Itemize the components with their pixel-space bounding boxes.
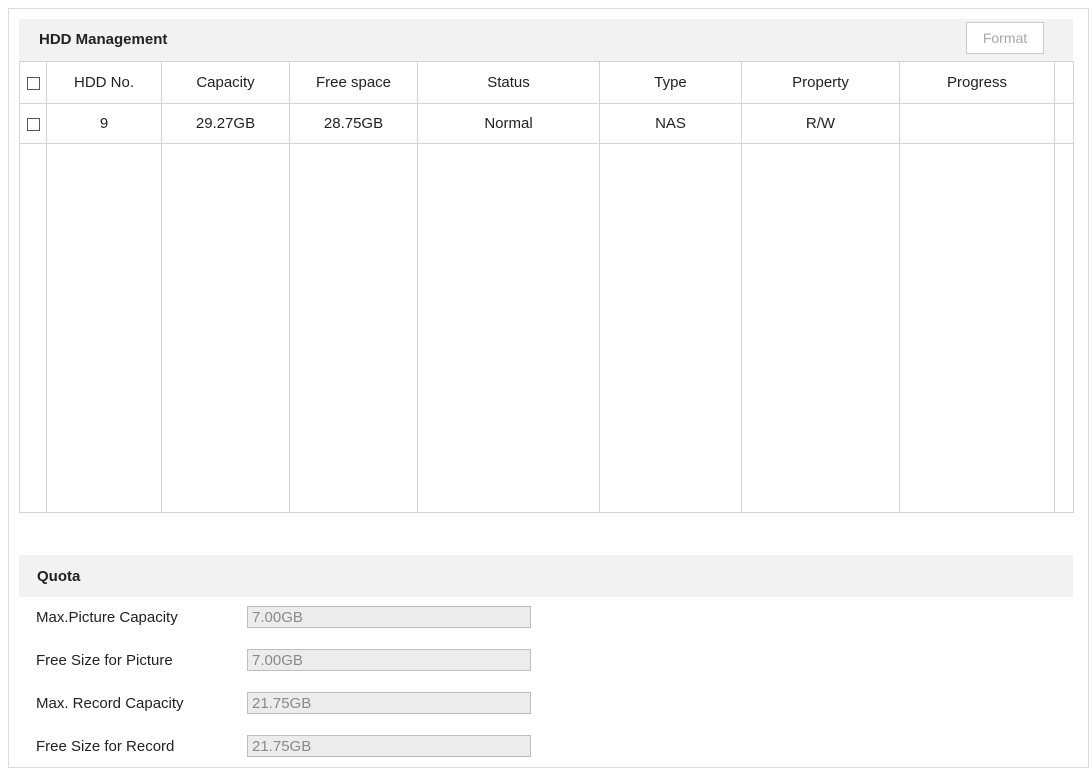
quota-header: Quota <box>19 555 1073 597</box>
quota-row-max-record-capacity: Max. Record Capacity <box>36 692 556 716</box>
cell-type: NAS <box>599 103 742 144</box>
cell-progress <box>899 103 1055 144</box>
cell-status: Normal <box>417 103 600 144</box>
empty-cell <box>46 143 162 513</box>
quota-row-free-size-picture: Free Size for Picture <box>36 649 556 673</box>
column-header-hdd-no[interactable]: HDD No. <box>46 61 162 104</box>
empty-cell <box>1054 143 1074 513</box>
header-spacer-cell <box>1054 61 1074 104</box>
row-select-cell <box>19 103 47 144</box>
column-header-status[interactable]: Status <box>417 61 600 104</box>
max-record-capacity-field[interactable] <box>247 692 531 714</box>
empty-cell <box>19 143 47 513</box>
cell-property: R/W <box>741 103 900 144</box>
max-picture-capacity-field[interactable] <box>247 606 531 628</box>
row-spacer-cell <box>1054 103 1074 144</box>
empty-cell <box>289 143 418 513</box>
hdd-management-header: HDD Management <box>19 19 1073 61</box>
max-record-capacity-label: Max. Record Capacity <box>36 695 184 712</box>
free-size-record-label: Free Size for Record <box>36 738 175 755</box>
table-header-row: HDD No. Capacity Free space Status Type … <box>19 61 1074 104</box>
column-header-capacity[interactable]: Capacity <box>161 61 290 104</box>
row-checkbox[interactable] <box>26 117 40 131</box>
free-size-picture-label: Free Size for Picture <box>36 652 173 669</box>
empty-cell <box>161 143 290 513</box>
empty-cell <box>741 143 900 513</box>
empty-cell <box>599 143 742 513</box>
free-size-record-field[interactable] <box>247 735 531 757</box>
empty-cell <box>899 143 1055 513</box>
quota-title: Quota <box>37 568 81 585</box>
max-picture-capacity-label: Max.Picture Capacity <box>36 609 178 626</box>
select-all-cell <box>19 61 47 104</box>
hdd-management-title: HDD Management <box>39 31 168 48</box>
cell-capacity: 29.27GB <box>161 103 290 144</box>
quota-row-free-size-record: Free Size for Record <box>36 735 556 759</box>
cell-free-space: 28.75GB <box>289 103 418 144</box>
table-empty-area <box>19 143 1074 513</box>
column-header-free-space[interactable]: Free space <box>289 61 418 104</box>
column-header-type[interactable]: Type <box>599 61 742 104</box>
column-header-property[interactable]: Property <box>741 61 900 104</box>
format-button[interactable]: Format <box>966 22 1044 54</box>
empty-cell <box>417 143 600 513</box>
table-row[interactable]: 9 29.27GB 28.75GB Normal NAS R/W <box>19 103 1074 144</box>
quota-row-max-picture-capacity: Max.Picture Capacity <box>36 606 556 630</box>
select-all-checkbox[interactable] <box>26 76 40 90</box>
hdd-table: HDD No. Capacity Free space Status Type … <box>19 61 1074 513</box>
column-header-progress[interactable]: Progress <box>899 61 1055 104</box>
cell-hdd-no: 9 <box>46 103 162 144</box>
free-size-picture-field[interactable] <box>247 649 531 671</box>
